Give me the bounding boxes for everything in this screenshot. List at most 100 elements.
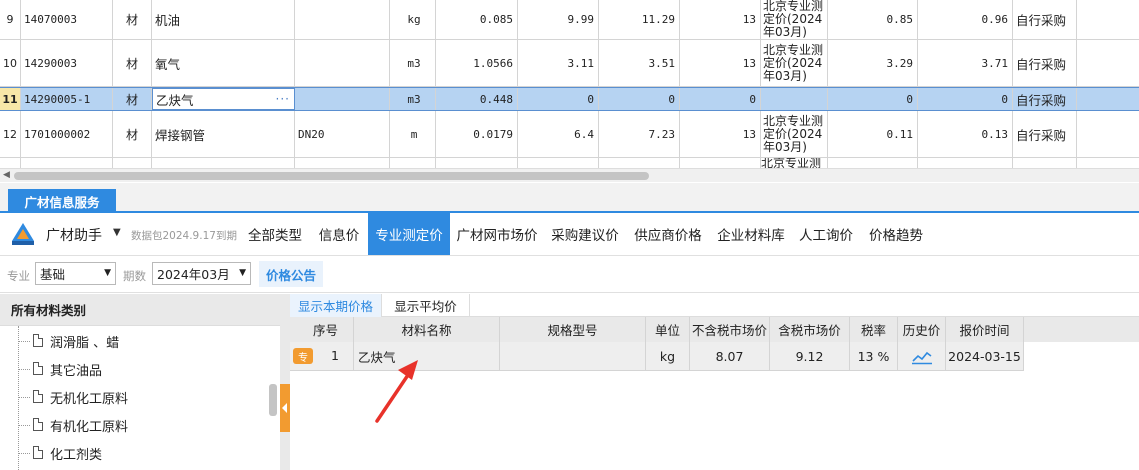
price-ex-cell[interactable]: 3.11 [518, 40, 599, 86]
tree-item[interactable]: 有机化工原料 [0, 411, 268, 439]
spec-cell[interactable] [295, 0, 390, 39]
scroll-left-icon[interactable]: ◀ [3, 170, 10, 180]
tab-supplier-price[interactable]: 供应商价格 [627, 213, 709, 255]
tax-cell[interactable] [680, 158, 761, 168]
price-in-cell[interactable]: 7.23 [599, 111, 680, 157]
purchase-cell[interactable]: 自行采购 [1013, 0, 1077, 39]
tree-header[interactable]: 所有材料类别 [0, 294, 280, 326]
source-cell[interactable]: 北京专业测定价(2024年03月) [761, 0, 828, 39]
spec-cell[interactable] [295, 88, 390, 110]
price-ex-cell[interactable]: 9.99 [518, 0, 599, 39]
value2-cell[interactable]: 0 [918, 88, 1013, 110]
tree-item[interactable]: 其它油品 [0, 355, 268, 383]
code-cell[interactable]: 1701000002 [21, 111, 113, 157]
qty-cell[interactable]: 1.0566 [436, 40, 518, 86]
unit-cell[interactable] [390, 158, 436, 168]
type-cell[interactable] [113, 158, 152, 168]
qty-cell[interactable]: 0.085 [436, 0, 518, 39]
table-row[interactable]: 9 14070003 材 机油 kg 0.085 9.99 11.29 13 北… [0, 0, 1139, 40]
name-cell[interactable]: 氧气 [152, 40, 295, 86]
tab-all-types[interactable]: 全部类型 [241, 213, 309, 255]
tax-cell[interactable]: 0 [680, 88, 761, 110]
tab-market-price[interactable]: 广材网市场价 [451, 213, 543, 255]
table-row-selected[interactable]: 11 14290005-1 材 乙炔气 ··· m3 0.448 0 0 0 0… [0, 87, 1139, 111]
name-cell[interactable]: 焊接钢管 [152, 111, 295, 157]
price-in-cell[interactable]: 3.51 [599, 40, 680, 86]
code-cell[interactable]: 14290005-1 [21, 88, 113, 110]
price-in-cell[interactable] [599, 158, 680, 168]
type-cell[interactable]: 材 [113, 40, 152, 86]
value1-cell[interactable]: 0 [828, 88, 918, 110]
unit-cell[interactable]: m3 [390, 40, 436, 86]
type-cell[interactable]: 材 [113, 88, 152, 110]
tab-price-trend[interactable]: 价格趋势 [862, 213, 930, 255]
chevron-down-icon[interactable]: ▼ [113, 227, 121, 238]
code-cell[interactable]: 14070003 [21, 0, 113, 39]
period-select[interactable]: 2024年03月 ▼ [152, 262, 251, 285]
value1-cell[interactable]: 3.29 [828, 40, 918, 86]
name-cell[interactable] [152, 158, 295, 168]
spec-cell[interactable] [295, 40, 390, 86]
tab-professional-price[interactable]: 专业测定价 [368, 213, 450, 255]
tab-average-price[interactable]: 显示平均价 [382, 294, 470, 317]
price-notice-button[interactable]: 价格公告 [259, 261, 323, 287]
qty-cell[interactable]: 0.448 [436, 88, 518, 110]
unit-cell[interactable]: m3 [390, 88, 436, 110]
tree-scrollbar-thumb[interactable] [269, 384, 277, 416]
purchase-cell[interactable]: 自行采购 [1013, 88, 1077, 110]
price-in-cell[interactable]: 0 [599, 88, 680, 110]
tax-cell[interactable]: 13 [680, 0, 761, 39]
source-cell[interactable] [761, 88, 828, 110]
table-row[interactable]: 专 1 乙炔气 kg 8.07 9.12 13 % 2024-03-15 [290, 342, 1024, 371]
source-cell[interactable]: 北京专业测定价(2024年03月) [761, 111, 828, 157]
value1-cell[interactable] [828, 158, 918, 168]
name-cell[interactable]: 机油 [152, 0, 295, 39]
collapse-arrow-icon[interactable] [280, 384, 290, 432]
tree-item[interactable]: 无机化工原料 [0, 383, 268, 411]
horizontal-scrollbar[interactable]: ◀ [0, 168, 1139, 182]
ellipsis-button[interactable]: ··· [276, 92, 290, 106]
purchase-cell[interactable]: 自行采购 [1013, 40, 1077, 86]
value2-cell[interactable]: 0.96 [918, 0, 1013, 39]
scrollbar-thumb[interactable] [14, 172, 649, 180]
code-cell[interactable]: 14290003 [21, 40, 113, 86]
purchase-cell[interactable]: 自行采购 [1013, 111, 1077, 157]
price-ex-cell[interactable]: 0 [518, 88, 599, 110]
spec-cell[interactable] [295, 158, 390, 168]
tree-item[interactable]: 润滑脂 、蜡 [0, 327, 268, 355]
table-row[interactable]: 12 1701000002 材 焊接钢管 DN20 m 0.0179 6.4 7… [0, 111, 1139, 158]
major-select[interactable]: 基础 ▼ [35, 262, 116, 285]
assistant-menu[interactable]: 广材助手 [46, 225, 102, 245]
value2-cell[interactable]: 0.13 [918, 111, 1013, 157]
tab-purchase-suggest[interactable]: 采购建议价 [544, 213, 626, 255]
purchase-cell[interactable] [1013, 158, 1077, 168]
tab-service[interactable]: 广材信息服务 [8, 189, 116, 213]
price-ex-cell[interactable] [518, 158, 599, 168]
chart-line-icon[interactable] [911, 349, 933, 365]
value2-cell[interactable]: 3.71 [918, 40, 1013, 86]
value1-cell[interactable]: 0.11 [828, 111, 918, 157]
code-cell[interactable] [21, 158, 113, 168]
tab-enterprise-library[interactable]: 企业材料库 [710, 213, 792, 255]
price-ex-cell[interactable]: 6.4 [518, 111, 599, 157]
tab-current-price[interactable]: 显示本期价格 [290, 294, 382, 317]
tax-cell[interactable]: 13 [680, 40, 761, 86]
table-row[interactable]: 北京专业测 [0, 158, 1139, 168]
spec-cell[interactable]: DN20 [295, 111, 390, 157]
table-row[interactable]: 10 14290003 材 氧气 m3 1.0566 3.11 3.51 13 … [0, 40, 1139, 87]
price-in-cell[interactable]: 11.29 [599, 0, 680, 39]
value1-cell[interactable]: 0.85 [828, 0, 918, 39]
panel-splitter[interactable] [280, 294, 290, 470]
unit-cell[interactable]: m [390, 111, 436, 157]
tax-cell[interactable]: 13 [680, 111, 761, 157]
tab-info-price[interactable]: 信息价 [311, 213, 367, 255]
value2-cell[interactable] [918, 158, 1013, 168]
type-cell[interactable]: 材 [113, 111, 152, 157]
unit-cell[interactable]: kg [390, 0, 436, 39]
source-cell[interactable]: 北京专业测 [761, 158, 828, 168]
tab-manual-inquiry[interactable]: 人工询价 [792, 213, 860, 255]
qty-cell[interactable] [436, 158, 518, 168]
source-cell[interactable]: 北京专业测定价(2024年03月) [761, 40, 828, 86]
qty-cell[interactable]: 0.0179 [436, 111, 518, 157]
tree-item[interactable]: 化工剂类 [0, 439, 268, 467]
